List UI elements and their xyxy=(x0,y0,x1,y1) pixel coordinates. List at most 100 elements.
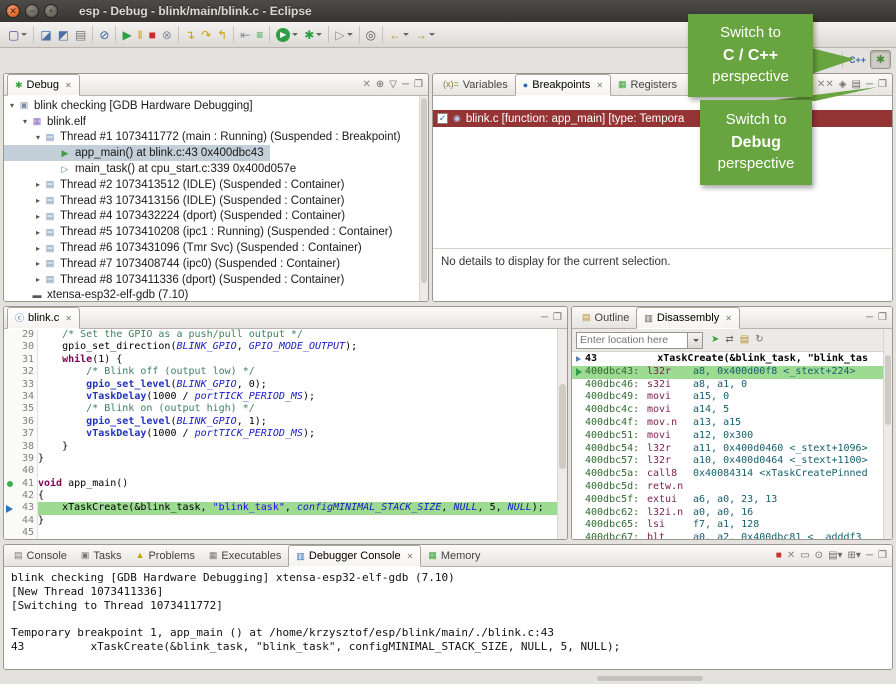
disasm-row[interactable]: 400dbc54: l32r a11, 0x400d0460 <_stext+1… xyxy=(572,443,892,456)
debug-scrollbar[interactable] xyxy=(419,96,428,301)
remove-launch-icon[interactable]: ✕ xyxy=(787,551,795,561)
step-return-icon[interactable]: ↰ xyxy=(214,24,230,46)
view-tab[interactable]: ▦ Registers xyxy=(611,74,684,95)
breakpoint-checkbox[interactable]: ✓ xyxy=(437,113,448,124)
debug-perspective-button[interactable]: ✱ xyxy=(870,50,891,69)
expander-icon[interactable]: ▸ xyxy=(33,244,43,253)
disasm-row[interactable]: 400dbc4f: mov.n a13, a15 xyxy=(572,417,892,430)
connect-process-icon[interactable]: ⊕ xyxy=(376,80,384,90)
navigate-to-pc-icon[interactable]: ➤ xyxy=(711,335,719,345)
debug-tree-row[interactable]: ▸ ▤ Thread #4 1073432224 (dport) (Suspen… xyxy=(4,209,351,225)
remove-all-terminated-icon[interactable]: ✕ xyxy=(362,80,370,90)
suspend-icon[interactable]: ‖ xyxy=(135,24,146,46)
editor-annotation-gutter[interactable] xyxy=(4,329,15,539)
code-line[interactable]: /* Blink off (output low) */ xyxy=(38,366,567,378)
disasm-row[interactable]: 400dbc49: movi a15, 0 xyxy=(572,391,892,404)
terminate-icon[interactable]: ■ xyxy=(776,551,782,561)
expander-icon[interactable]: ▸ xyxy=(33,196,43,205)
expander-icon[interactable]: ▸ xyxy=(33,228,43,237)
debug-tree-row[interactable]: ▸ ▤ Thread #3 1073413156 (IDLE) (Suspend… xyxy=(4,193,351,209)
debug-tree-row[interactable]: ▸ ▤ Thread #7 1073408744 (ipc0) (Suspend… xyxy=(4,256,346,272)
code-line[interactable]: /* Blink on (output high) */ xyxy=(38,403,567,415)
disasm-row[interactable]: 400dbc67: blt a0, a2, 0x400dbc81 <__addd… xyxy=(572,532,892,539)
refresh-icon[interactable]: ↻ xyxy=(755,335,763,345)
pin-console-icon[interactable]: ⊙ xyxy=(815,551,823,561)
maximize-icon[interactable]: ❐ xyxy=(414,80,423,90)
show-source-icon[interactable]: ▤ xyxy=(740,335,749,345)
disasm-row[interactable]: 400dbc65: lsi f7, a1, 128 xyxy=(572,519,892,532)
disasm-row[interactable]: 400dbc5d: retw.n xyxy=(572,481,892,494)
debug-tree-row[interactable]: ▸ ▤ Thread #2 1073413512 (IDLE) (Suspend… xyxy=(4,177,351,193)
code-line[interactable]: vTaskDelay(1000 / portTICK_PERIOD_MS); xyxy=(38,428,567,440)
debug-tree-row[interactable]: ▸ ▤ Thread #8 1073411336 (dport) (Suspen… xyxy=(4,272,350,288)
expander-icon[interactable]: ▸ xyxy=(33,180,43,189)
code-line[interactable]: gpio_set_level(BLINK_GPIO, 1); xyxy=(38,416,567,428)
code-editor[interactable]: /* Set the GPIO as a push/pull output */… xyxy=(38,329,567,539)
editor-scrollbar[interactable] xyxy=(557,329,567,539)
view-tab[interactable]: ▥ Disassembly ✕ xyxy=(636,307,740,329)
skip-all-breakpoints-icon[interactable]: ⊘ xyxy=(96,24,112,46)
forward-icon[interactable]: → xyxy=(412,24,438,46)
horizontal-scrollbar[interactable] xyxy=(597,676,703,681)
debug-tree-row[interactable]: ▾ ▦ blink.elf xyxy=(4,114,92,130)
view-tab[interactable]: ▲ Problems xyxy=(129,545,202,566)
print-icon[interactable]: ▤ xyxy=(72,24,89,46)
disasm-row[interactable]: 400dbc5f: extui a6, a0, 23, 13 xyxy=(572,494,892,507)
breakpoint-row[interactable]: ✓ ◉ blink.c [function: app_main] [type: … xyxy=(433,110,892,127)
debug-tree-row[interactable]: ▶ app_main() at blink.c:43 0x400dbc43 xyxy=(4,145,270,161)
view-tab[interactable]: ▤ Outline xyxy=(575,307,636,328)
external-tools-icon[interactable]: ▷ xyxy=(332,24,355,46)
code-line[interactable] xyxy=(38,465,567,477)
close-icon[interactable]: ✕ xyxy=(596,81,603,90)
debugger-console-output[interactable]: blink checking [GDB Hardware Debugging] … xyxy=(4,567,892,658)
disasm-row[interactable]: 400dbc4c: movi a14, 5 xyxy=(572,404,892,417)
open-console-dropdown-icon[interactable]: ⊞▾ xyxy=(848,551,861,561)
debug-tree-row[interactable]: ▾ ▤ Thread #1 1073411772 (main : Running… xyxy=(4,130,407,146)
expander-icon[interactable]: ▸ xyxy=(33,259,43,268)
resume-icon[interactable]: ▶ xyxy=(119,24,134,46)
display-console-dropdown-icon[interactable]: ▤▾ xyxy=(828,551,842,561)
code-line[interactable]: } xyxy=(38,441,567,453)
disconnect-icon[interactable]: ⊗ xyxy=(159,24,175,46)
minimize-icon[interactable]: ─ xyxy=(866,551,873,561)
debug-tree-row[interactable]: ▸ ▤ Thread #6 1073431096 (Tmr Svc) (Susp… xyxy=(4,240,368,256)
view-tab[interactable]: ▣ Tasks xyxy=(74,545,129,566)
code-line[interactable]: gpio_set_direction(BLINK_GPIO, GPIO_MODE… xyxy=(38,341,567,353)
disasm-row[interactable]: 400dbc46: s32i a8, a1, 0 xyxy=(572,379,892,392)
view-tab[interactable]: ▦ Memory xyxy=(421,545,487,566)
close-icon[interactable]: ✕ xyxy=(407,552,414,561)
tab-debug[interactable]: ✱ Debug ✕ xyxy=(7,74,80,96)
disasm-row[interactable]: 400dbc51: movi a12, 0x300 xyxy=(572,430,892,443)
debug-tree-row[interactable]: ▾ ▣ blink checking [GDB Hardware Debuggi… xyxy=(4,98,259,114)
location-dropdown-icon[interactable] xyxy=(688,332,703,349)
code-line[interactable]: gpio_set_level(BLINK_GPIO, 0); xyxy=(38,379,567,391)
disassembly-scrollbar[interactable] xyxy=(883,329,892,539)
close-icon[interactable]: ✕ xyxy=(725,314,732,323)
code-line[interactable]: /* Set the GPIO as a push/pull output */ xyxy=(38,329,567,341)
maximize-icon[interactable]: ❐ xyxy=(878,551,887,561)
view-tab[interactable]: ▥ Debugger Console ✕ xyxy=(288,545,421,567)
maximize-button[interactable]: + xyxy=(44,4,58,18)
save-all-icon[interactable]: ◩ xyxy=(55,24,72,46)
sync-context-icon[interactable]: ⇄ xyxy=(725,335,733,345)
code-line[interactable]: } xyxy=(38,515,567,527)
debug-tree-row[interactable]: ▸ ▤ Thread #5 1073410208 (ipc1 : Running… xyxy=(4,224,398,240)
debug-icon[interactable]: ✱ xyxy=(301,24,325,46)
code-line[interactable]: void app_main() xyxy=(38,478,567,490)
expander-icon[interactable]: ▾ xyxy=(20,117,30,126)
code-line[interactable] xyxy=(38,527,567,539)
code-line[interactable]: vTaskDelay(1000 / portTICK_PERIOD_MS); xyxy=(38,391,567,403)
line-number-ruler[interactable]: 29 30 31 32 33 34 35 36 xyxy=(15,329,38,539)
expander-icon[interactable]: ▾ xyxy=(7,101,17,110)
code-line[interactable]: { xyxy=(38,490,567,502)
view-tab[interactable]: (x)= Variables xyxy=(436,74,515,95)
code-line[interactable]: while(1) { xyxy=(38,354,567,366)
disasm-row[interactable]: 400dbc43: l32r a8, 0x400d00f8 <_stext+22… xyxy=(572,366,892,379)
code-line[interactable]: xTaskCreate(&blink_task, "blink_task", c… xyxy=(38,502,567,514)
expander-icon[interactable]: ▸ xyxy=(33,275,43,284)
step-into-icon[interactable]: ↴ xyxy=(182,24,198,46)
minimize-icon[interactable]: ─ xyxy=(402,80,409,90)
expander-icon[interactable]: ▾ xyxy=(33,133,43,142)
code-line[interactable]: } xyxy=(38,453,567,465)
maximize-icon[interactable]: ❐ xyxy=(553,313,562,323)
